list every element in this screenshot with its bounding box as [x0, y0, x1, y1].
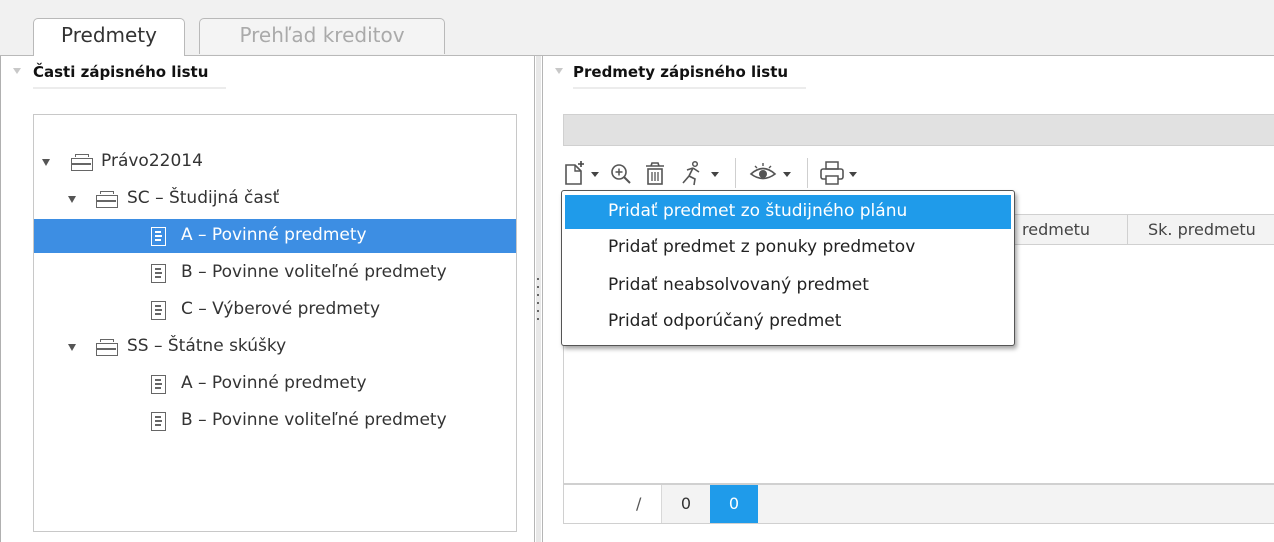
- running-man-icon: [682, 160, 700, 186]
- zoom-icon: [611, 164, 631, 184]
- record-separator: /: [636, 494, 642, 513]
- tree-node-ss-a[interactable]: A – Povinné predmety: [34, 367, 516, 401]
- tree-view: Právo22014 SC – Študijná časť A – Povinn…: [33, 114, 517, 532]
- toolbar-separator: [807, 158, 808, 188]
- panel-splitter[interactable]: [536, 56, 541, 542]
- tree-node-sc-c[interactable]: C – Výberové predmety: [34, 293, 516, 327]
- document-icon: [151, 375, 166, 394]
- tab-prehlad-kreditov[interactable]: Prehľad kreditov: [199, 18, 445, 54]
- expand-toggle-icon[interactable]: [68, 344, 76, 351]
- menu-item-add-from-offer[interactable]: Pridať predmet z ponuky predmetov: [565, 231, 1011, 265]
- add-subject-button[interactable]: [563, 160, 603, 186]
- print-button[interactable]: [819, 160, 863, 186]
- menu-item-add-unfinished[interactable]: Pridať neabsolvovaný predmet: [565, 269, 1011, 303]
- folder-icon: [96, 339, 118, 356]
- view-button[interactable]: [749, 160, 795, 186]
- right-panel-title: Predmety zápisného listu: [573, 63, 807, 89]
- tree-node-ss-b[interactable]: B – Povinne voliteľné predmety: [34, 404, 516, 438]
- menu-item-add-from-study-plan[interactable]: Pridať predmet zo študijného plánu: [565, 195, 1011, 229]
- column-header-subject[interactable]: redmetu: [1004, 215, 1128, 245]
- trash-icon: [646, 162, 664, 185]
- left-panel: Časti zápisného listu Právo22014 SC – Št…: [5, 56, 535, 542]
- toolbar-separator: [735, 158, 736, 188]
- new-document-icon: [565, 161, 584, 185]
- document-icon: [151, 264, 166, 283]
- folder-icon: [71, 154, 93, 171]
- left-panel-title: Časti zápisného listu: [33, 63, 227, 89]
- eye-icon: [749, 163, 777, 180]
- tree-node-label: A – Povinné predmety: [181, 225, 367, 245]
- left-panel-header: Časti zápisného listu: [5, 56, 534, 92]
- document-icon: [151, 412, 166, 431]
- status-bar: / 0 0: [563, 484, 1274, 524]
- filter-bar: [563, 114, 1274, 146]
- app-window: Predmety Prehľad kreditov Časti zápisnéh…: [0, 0, 1274, 542]
- tree-node-label: A – Povinné predmety: [181, 373, 367, 393]
- chevron-down-icon: [711, 172, 719, 177]
- action-button[interactable]: [679, 160, 723, 186]
- right-panel-header: Predmety zápisného listu: [543, 56, 1274, 92]
- delete-button[interactable]: [643, 160, 669, 186]
- column-header-subject-group[interactable]: Sk. predmetu: [1128, 215, 1274, 245]
- menu-item-add-recommended[interactable]: Pridať odporúčaný predmet: [565, 305, 1011, 339]
- zoom-button[interactable]: [609, 160, 635, 186]
- tree-node-label: Právo22014: [101, 151, 203, 171]
- tree-node-label: B – Povinne voliteľné predmety: [181, 410, 447, 430]
- total-records-count: 0: [680, 494, 692, 513]
- expand-toggle-icon[interactable]: [42, 159, 50, 166]
- current-record-field[interactable]: [564, 485, 662, 523]
- tree-node-label: C – Výberové predmety: [181, 299, 381, 319]
- chevron-down-icon: [783, 172, 791, 177]
- expand-toggle-icon[interactable]: [68, 196, 76, 203]
- tree-node-pravo[interactable]: Právo22014: [34, 145, 516, 179]
- tree-node-sc[interactable]: SC – Študijná časť: [34, 182, 516, 216]
- add-subject-menu: Pridať predmet zo študijného plánu Prida…: [561, 190, 1015, 346]
- collapse-arrow-icon[interactable]: [555, 68, 563, 74]
- tree-node-label: B – Povinne voliteľné predmety: [181, 262, 447, 282]
- chevron-down-icon: [849, 172, 857, 177]
- selected-records-count: 0: [710, 485, 758, 523]
- tree-node-label: SS – Štátne skúšky: [127, 336, 287, 356]
- chevron-down-icon: [591, 172, 599, 177]
- document-icon: [151, 301, 166, 320]
- toolbar: [563, 156, 983, 190]
- tree-node-sc-a[interactable]: A – Povinné predmety: [34, 219, 516, 253]
- printer-icon: [820, 161, 844, 185]
- tree-node-label: SC – Študijná časť: [127, 188, 280, 208]
- folder-icon: [96, 191, 118, 208]
- tree-node-ss[interactable]: SS – Štátne skúšky: [34, 330, 516, 364]
- tree-node-sc-b[interactable]: B – Povinne voliteľné predmety: [34, 256, 516, 290]
- document-icon: [151, 227, 166, 246]
- tab-predmety[interactable]: Predmety: [33, 18, 185, 56]
- collapse-arrow-icon[interactable]: [13, 68, 21, 74]
